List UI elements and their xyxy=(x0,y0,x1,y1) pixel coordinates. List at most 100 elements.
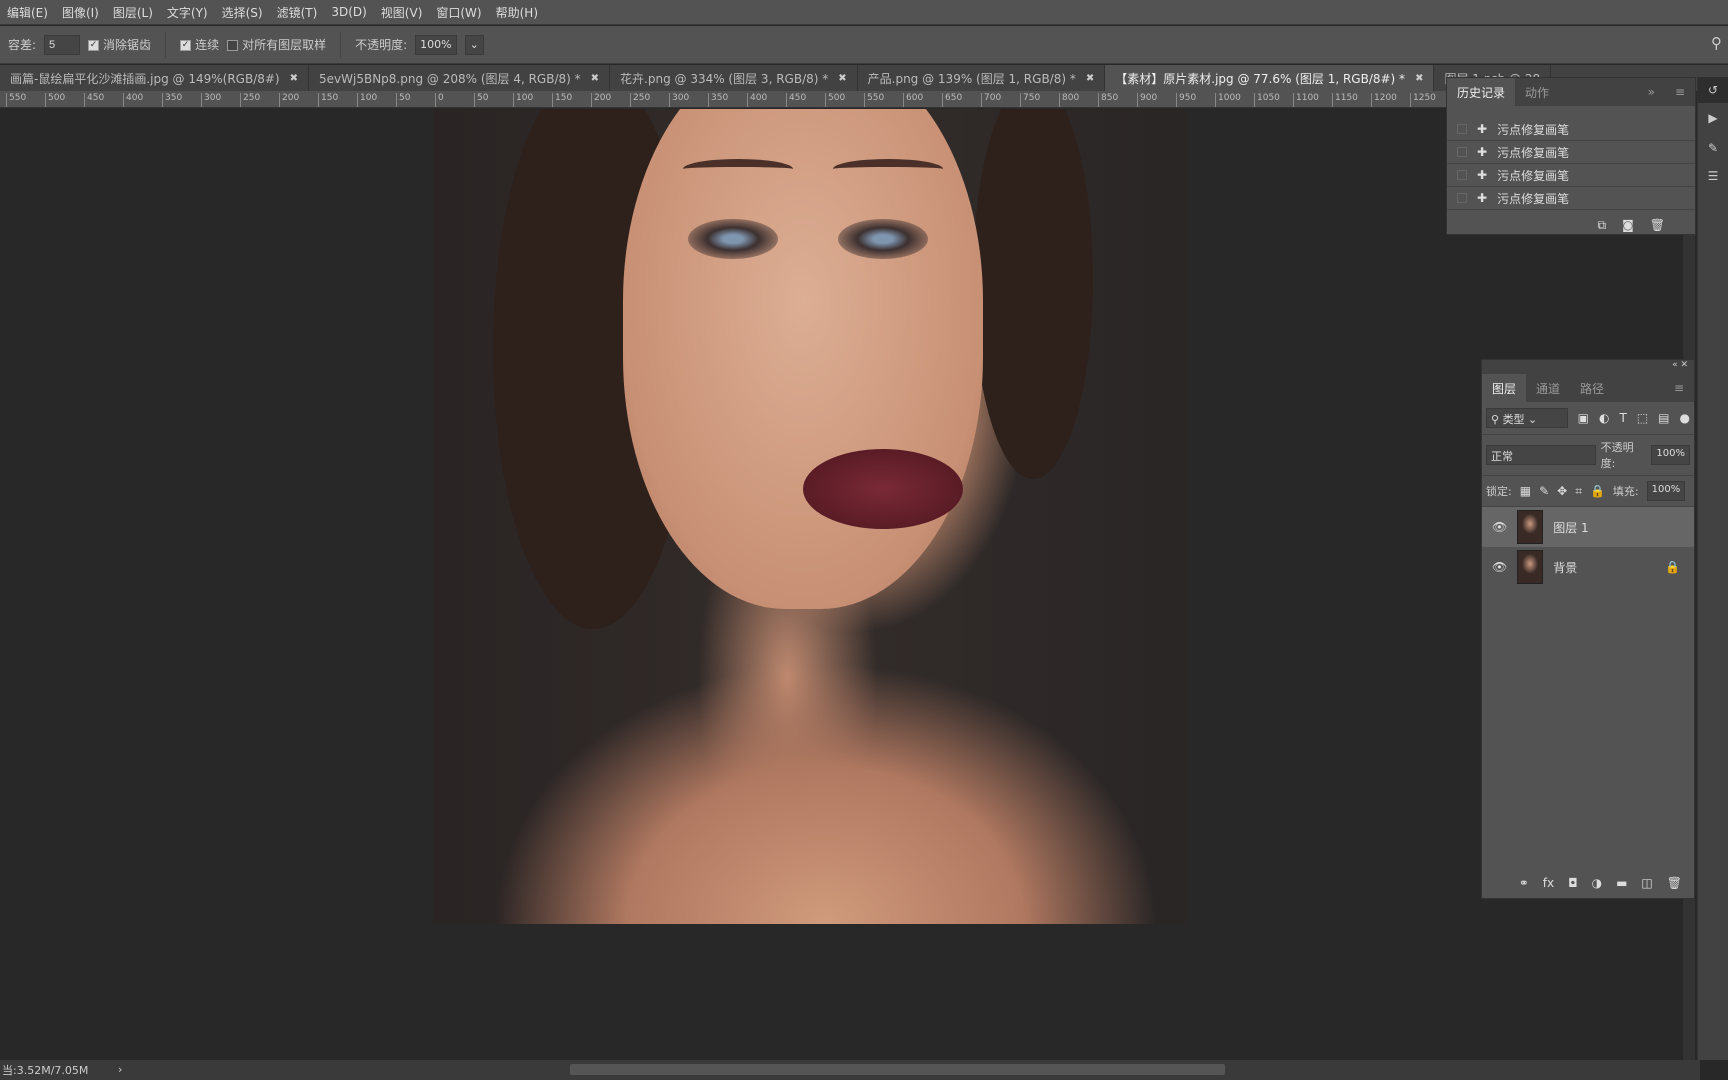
close-icon[interactable]: ✖ xyxy=(838,73,846,84)
snapshot-source-checkbox[interactable] xyxy=(1457,170,1467,180)
horizontal-ruler: 550 500 450 400 350 300 250 200 150 100 50 0 50 100 15… xyxy=(0,91,1446,108)
menu-3d[interactable]: 3D(D) xyxy=(324,5,373,19)
ruler-tick-label: 50 xyxy=(474,93,488,107)
history-item[interactable]: ✚ 污点修复画笔 xyxy=(1447,141,1695,164)
camera-icon[interactable]: ◙ xyxy=(1622,218,1634,233)
status-menu-arrow[interactable]: › xyxy=(118,1063,122,1076)
expand-icon[interactable]: » xyxy=(1638,78,1665,106)
menu-layer[interactable]: 图层(L) xyxy=(106,4,160,21)
layer-row[interactable]: 👁 背景 🔒 xyxy=(1482,547,1694,587)
divider xyxy=(340,31,342,58)
brush-settings-icon[interactable]: ✎ xyxy=(1698,133,1728,163)
document-tab[interactable]: 5evWj5BNp8.png @ 208% (图层 4, RGB/8) * ✖ xyxy=(309,65,611,91)
adjustment-filter-icon[interactable]: ◐ xyxy=(1599,411,1609,425)
menu-bar: 编辑(E) 图像(I) 图层(L) 文字(Y) 选择(S) 滤镜(T) 3D(D… xyxy=(0,0,1728,25)
lock-brush-icon[interactable]: ✎ xyxy=(1539,484,1549,498)
lock-all-icon[interactable]: 🔒 xyxy=(1590,484,1605,498)
tab-actions[interactable]: 动作 xyxy=(1515,78,1559,106)
filter-toggle[interactable]: ● xyxy=(1680,411,1690,425)
layer-row[interactable]: 👁 图层 1 xyxy=(1482,507,1694,547)
adjustments-icon[interactable]: ☰ xyxy=(1698,163,1728,189)
new-document-from-state-icon[interactable]: ⧉ xyxy=(1598,218,1607,233)
history-item[interactable]: ✚ 污点修复画笔 xyxy=(1447,164,1695,187)
layer-name: 图层 1 xyxy=(1553,520,1589,535)
fx-icon[interactable]: fx xyxy=(1543,876,1554,890)
layer-filter-select[interactable]: ⚲ 类型 ⌄ xyxy=(1486,408,1568,428)
scrollbar-thumb[interactable] xyxy=(570,1064,1225,1075)
ruler-tick-label: 400 xyxy=(123,93,143,107)
layers-panel: « ✕ 图层 通道 路径 ≡ ⚲ 类型 ⌄ ▣ ◐ T ⬚ ▤ ● 正常 不透明… xyxy=(1481,359,1695,899)
menu-type[interactable]: 文字(Y) xyxy=(160,4,215,21)
document-tab[interactable]: 产品.png @ 139% (图层 1, RGB/8) * ✖ xyxy=(858,65,1106,91)
blend-mode-select[interactable]: 正常 xyxy=(1486,445,1596,465)
search-icon[interactable]: ⚲ xyxy=(1711,34,1722,52)
ruler-tick-label: 50 xyxy=(396,93,410,107)
tolerance-input[interactable] xyxy=(44,34,81,55)
ruler-tick-label: 500 xyxy=(825,93,845,107)
ruler-tick-label: 500 xyxy=(45,93,65,107)
trash-icon[interactable]: 🗑 xyxy=(1650,218,1665,233)
tab-paths[interactable]: 路径 xyxy=(1570,374,1614,402)
lock-transparent-icon[interactable]: ▦ xyxy=(1520,484,1531,498)
menu-view[interactable]: 视图(V) xyxy=(374,4,430,21)
close-icon[interactable]: ✖ xyxy=(1086,73,1094,84)
ruler-tick-label: 0 xyxy=(435,93,444,107)
eye-icon[interactable]: 👁 xyxy=(1492,520,1507,534)
trash-icon[interactable]: 🗑 xyxy=(1667,876,1682,890)
tab-layers[interactable]: 图层 xyxy=(1482,374,1527,402)
opacity-input[interactable]: 100% xyxy=(415,34,457,55)
close-icon[interactable]: ✖ xyxy=(290,73,298,84)
adjustment-layer-icon[interactable]: ◑ xyxy=(1592,876,1602,890)
sample-all-checkbox[interactable]: 对所有图层取样 xyxy=(227,36,326,53)
contiguous-checkbox[interactable]: ✓ 连续 xyxy=(180,36,219,53)
tool-strip: ↺ ▶ ✎ ☰ xyxy=(1697,77,1728,1060)
lock-icon[interactable]: 🔒 xyxy=(1665,560,1680,574)
mask-icon[interactable]: ◘ xyxy=(1568,876,1578,890)
link-icon[interactable]: ⚭ xyxy=(1519,876,1529,890)
menu-help[interactable]: 帮助(H) xyxy=(489,4,545,21)
document-tab[interactable]: 【素材】原片素材.jpg @ 77.6% (图层 1, RGB/8#) * ✖ xyxy=(1105,65,1435,91)
snapshot-source-checkbox[interactable] xyxy=(1457,147,1467,157)
ruler-tick-label: 750 xyxy=(1020,93,1040,107)
folder-icon[interactable]: ▬ xyxy=(1616,876,1627,890)
tab-history[interactable]: 历史记录 xyxy=(1447,78,1516,106)
fill-input[interactable]: 100% xyxy=(1646,481,1686,501)
chevron-down-icon[interactable]: ⌄ xyxy=(464,34,484,55)
menu-window[interactable]: 窗口(W) xyxy=(429,4,488,21)
image-filter-icon[interactable]: ▣ xyxy=(1578,411,1589,425)
opacity-label: 不透明度: xyxy=(355,38,408,52)
snapshot-source-checkbox[interactable] xyxy=(1457,124,1467,134)
history-item[interactable]: ✚ 污点修复画笔 xyxy=(1447,118,1695,141)
lock-artboard-icon[interactable]: ⌗ xyxy=(1575,484,1582,499)
menu-image[interactable]: 图像(I) xyxy=(55,4,106,21)
divider xyxy=(165,31,167,58)
close-icon[interactable]: ✖ xyxy=(1415,73,1423,84)
type-filter-icon[interactable]: T xyxy=(1619,411,1626,425)
play-icon[interactable]: ▶ xyxy=(1698,103,1728,133)
menu-select[interactable]: 选择(S) xyxy=(215,4,270,21)
document-tab[interactable]: 花卉.png @ 334% (图层 3, RGB/8) * ✖ xyxy=(610,65,858,91)
close-icon[interactable]: ✕ xyxy=(1680,360,1688,370)
shape-filter-icon[interactable]: ⬚ xyxy=(1637,411,1648,425)
tab-label: 产品.png @ 139% (图层 1, RGB/8) * xyxy=(867,71,1076,86)
antialias-checkbox[interactable]: ✓ 消除锯齿 xyxy=(88,36,151,53)
ruler-tick-label: 100 xyxy=(513,93,533,107)
lock-move-icon[interactable]: ✥ xyxy=(1557,484,1567,498)
lock-label: 锁定: xyxy=(1486,485,1512,498)
canvas-image[interactable] xyxy=(433,109,1187,924)
smart-object-filter-icon[interactable]: ▤ xyxy=(1658,411,1669,425)
document-tab[interactable]: 画篇-鼠绘扁平化沙滩插画.jpg @ 149%(RGB/8#) ✖ xyxy=(0,65,310,91)
tab-channels[interactable]: 通道 xyxy=(1526,374,1570,402)
history-item[interactable]: ✚ 污点修复画笔 xyxy=(1447,187,1695,210)
layer-opacity-input[interactable]: 100% xyxy=(1651,445,1690,465)
history-panel-icon[interactable]: ↺ xyxy=(1698,77,1728,103)
panel-menu-icon[interactable]: ≡ xyxy=(1665,78,1695,106)
new-layer-icon[interactable]: ◫ xyxy=(1641,876,1652,890)
menu-edit[interactable]: 编辑(E) xyxy=(0,4,55,21)
eye-icon[interactable]: 👁 xyxy=(1492,560,1507,574)
close-icon[interactable]: ✖ xyxy=(591,73,599,84)
snapshot-source-checkbox[interactable] xyxy=(1457,193,1467,203)
menu-filter[interactable]: 滤镜(T) xyxy=(270,4,325,21)
panel-menu-icon[interactable]: ≡ xyxy=(1664,374,1694,402)
collapse-icon[interactable]: « xyxy=(1672,360,1678,370)
